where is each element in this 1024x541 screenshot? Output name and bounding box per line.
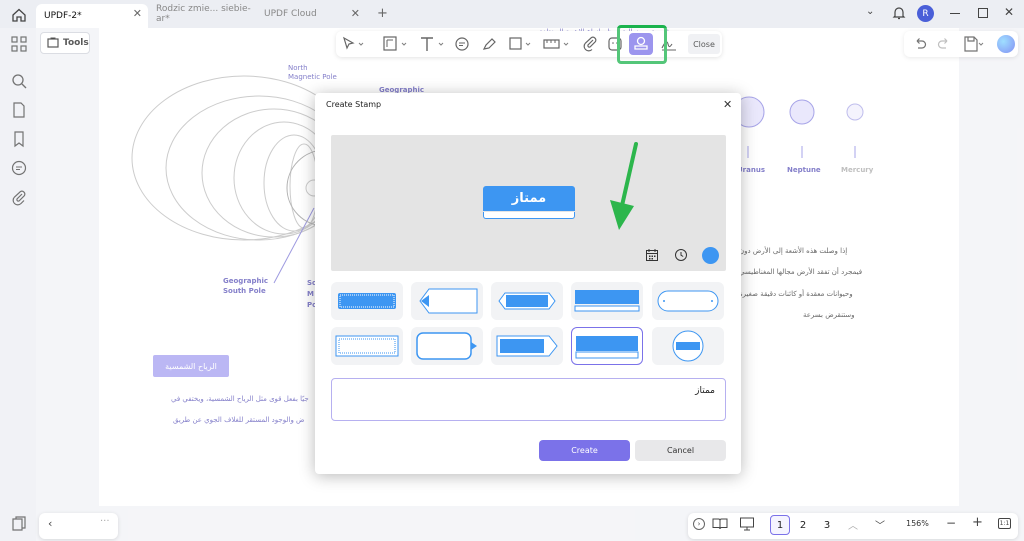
zoom-level[interactable]: 156% [906,519,929,528]
chevron-down-icon[interactable]: ⌄ [866,6,874,17]
tab-label: Rodzic zmie... siebie-ar* [156,4,251,24]
stamp-template-10[interactable] [652,327,724,365]
page-1-button[interactable]: 1 [770,515,790,535]
more-icon[interactable]: ··· [100,516,110,527]
stamp-template-6[interactable] [331,327,403,365]
close-tab-icon[interactable]: ✕ [133,7,142,20]
stamp-template-9[interactable] [571,327,643,365]
page-down-icon[interactable]: ﹀ [875,517,885,532]
cancel-button[interactable]: Cancel [635,440,726,461]
presentation-icon[interactable] [739,516,755,532]
dialog-close-icon[interactable]: ✕ [723,98,732,111]
color-picker[interactable] [702,247,719,264]
reading-mode-icon[interactable] [712,517,728,531]
stamp-preview-text: ممتاز [483,186,575,211]
dialog-title: Create Stamp [326,100,382,109]
new-tab-icon[interactable]: + [377,6,388,21]
tab-updf-cloud[interactable]: UPDF Cloud ✕ [256,4,366,24]
page-2-button[interactable]: 2 [793,515,813,535]
time-icon[interactable] [674,248,688,262]
avatar[interactable]: R [917,5,934,22]
page-up-icon[interactable]: ︿ [848,517,858,532]
restore-icon[interactable] [978,8,988,18]
stamp-template-4[interactable] [571,282,643,320]
stamp-template-3[interactable] [491,282,563,320]
stamp-preview: ممتاز [483,186,575,219]
close-window-icon[interactable]: ✕ [1004,5,1014,19]
tab-label: UPDF-2* [44,11,82,21]
home-icon[interactable] [11,7,27,23]
date-icon[interactable] [645,248,659,262]
expand-icon[interactable]: › [693,518,705,530]
tab-label: UPDF Cloud [264,9,317,19]
stamp-template-1[interactable] [331,282,403,320]
stamp-text-value: ممتاز [695,386,715,396]
bell-icon[interactable] [891,5,907,21]
stamp-template-7[interactable] [411,327,483,365]
fit-page-icon[interactable]: 1:1 [998,518,1011,529]
green-arrow [610,142,638,230]
prev-page-icon[interactable]: ‹ [48,517,52,530]
page-3-button[interactable]: 3 [817,515,837,535]
create-button[interactable]: Create [539,440,630,461]
minimize-icon[interactable] [950,13,960,14]
tab-rodzic[interactable]: Rodzic zmie... siebie-ar* [148,4,256,24]
stamp-template-5[interactable] [652,282,724,320]
zoom-in-icon[interactable]: + [972,515,983,530]
stamp-text-input[interactable]: ممتاز [331,378,726,421]
stamp-template-8[interactable] [491,327,563,365]
close-tab-icon[interactable]: ✕ [351,7,360,20]
tab-updf-2[interactable]: UPDF-2* ✕ [36,4,148,28]
stamp-template-2[interactable] [411,282,483,320]
zoom-out-icon[interactable]: − [946,516,956,530]
